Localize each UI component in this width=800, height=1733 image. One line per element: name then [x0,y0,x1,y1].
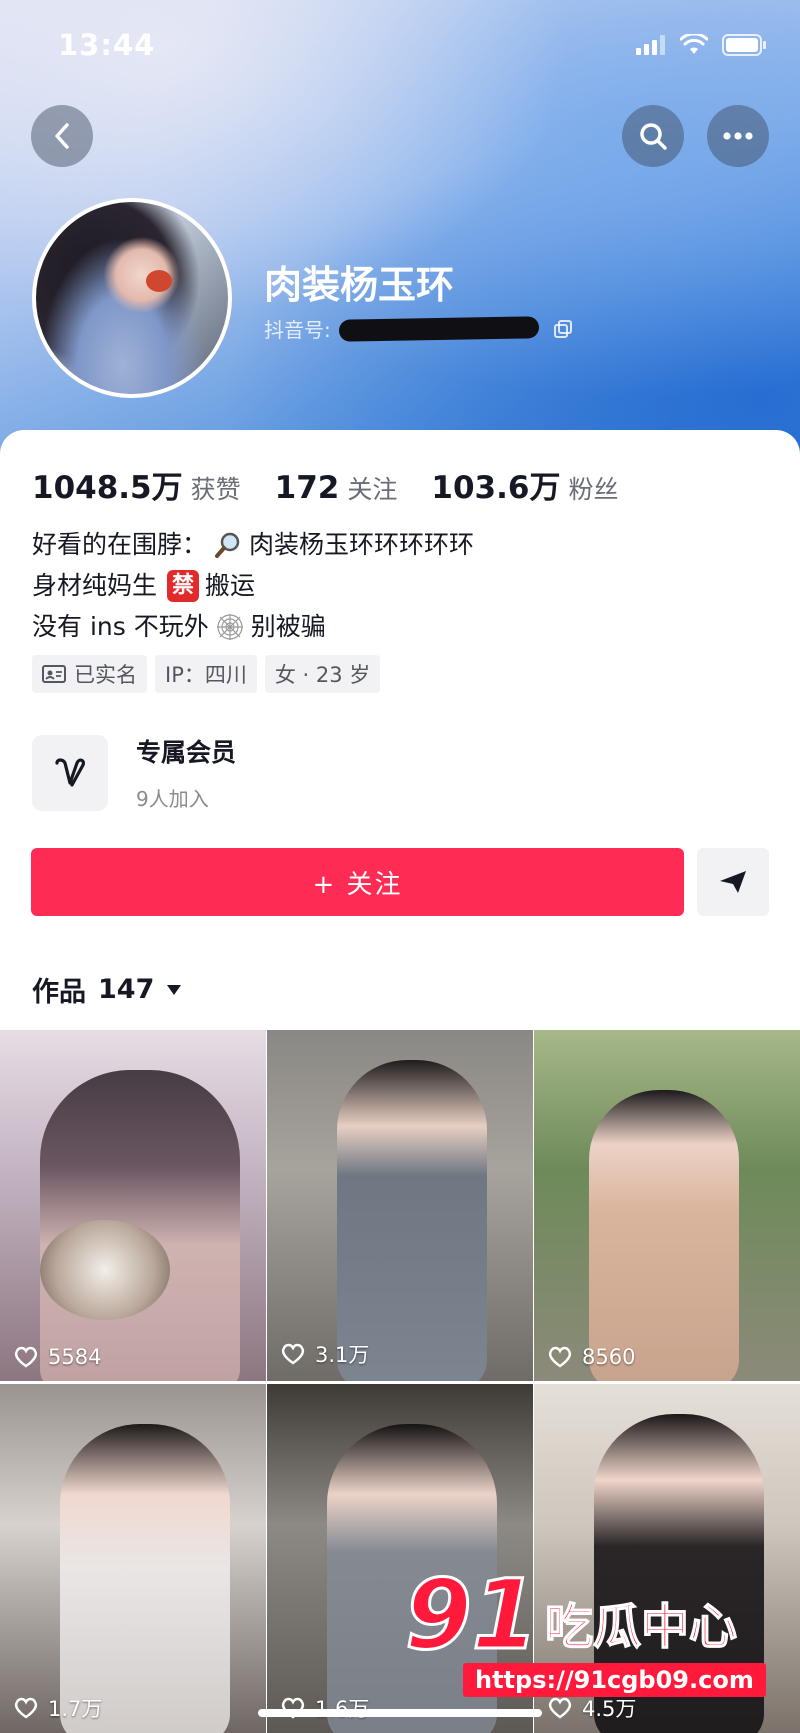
like-count: 1.6万 [315,1693,369,1723]
watermark-logo: 91 吃瓜中心 https://91cgb09.com [404,1559,766,1697]
follow-button[interactable]: + 关注 [31,848,684,916]
video-likes: 1.6万 [281,1693,369,1723]
magnifier-emoji-icon [215,532,240,558]
chevron-left-icon [55,123,69,149]
avatar[interactable] [32,198,232,398]
status-icons [636,34,768,56]
search-icon [640,123,667,150]
thumbnail-figure [589,1090,739,1381]
like-count: 3.1万 [315,1343,370,1367]
status-bar: 13:44 [0,0,800,96]
watermark-url: https://91cgb09.com [463,1663,766,1697]
heart-outline-icon [548,1346,572,1368]
member-title: 专属会员 [136,738,237,767]
caret-down-icon [167,984,182,995]
like-count: 5584 [48,1345,102,1369]
home-indicator [258,1709,542,1717]
douyin-id-label: 抖音号: [264,318,331,342]
stat-value: 1048.5万 [32,470,183,506]
more-button[interactable] [707,105,769,167]
member-text: 专属会员 9人加入 [136,733,236,812]
member-icon-box [32,734,108,811]
profile-tags: 已实名 IP：四川 女 · 23 岁 [32,655,381,693]
tag-label: IP：四川 [165,663,247,687]
bio-text: 肉装杨玉环环环环环 [249,530,475,559]
avatar-flower [146,270,172,292]
works-count: 147 [98,974,155,1005]
status-time: 13:44 [58,28,156,62]
like-count: 8560 [582,1345,636,1369]
video-thumbnail[interactable]: 8560 [534,1030,800,1381]
bio-text: 搬运 [205,571,256,600]
watermark-text: 吃瓜中心 [544,1598,738,1656]
more-dots-icon [723,132,753,140]
video-thumbnail[interactable]: 3.1万 [267,1030,533,1381]
video-thumbnail[interactable]: 1.7万 [0,1384,266,1733]
stat-likes: 1048.5万 获赞 [32,462,241,507]
stat-label: 获赞 [190,475,241,504]
id-card-icon [42,665,66,683]
stat-label: 关注 [347,475,398,504]
bio-line-1: 好看的在围脖： 肉装杨玉环环环环环 [32,524,474,565]
heart-outline-icon [548,1697,572,1719]
heart-outline-icon [281,1343,305,1365]
works-tab[interactable]: 作品 147 [32,970,182,1009]
bio-line-2: 身材纯妈生 禁 搬运 [32,565,474,606]
bio-text: 好看的在围脖： [32,530,208,559]
thumbnail-figure [60,1424,230,1733]
redacted-douyin-id [338,315,539,342]
search-button[interactable] [622,105,684,167]
stats-row: 1048.5万 获赞 172 关注 103.6万 粉丝 [32,462,652,507]
bio: 好看的在围脖： 肉装杨玉环环环环环 身材纯妈生 禁 搬运 没有 ins 不玩外 … [32,524,474,647]
stat-following[interactable]: 172 关注 [275,470,398,506]
douyin-id-row: 抖音号: [264,314,573,343]
tag-label: 女 · 23 岁 [274,663,371,687]
spider-web-emoji-icon [216,613,243,640]
thumbnail-cat [40,1220,170,1320]
like-count: 1.7万 [48,1697,103,1721]
tag-ip: IP：四川 [155,655,257,693]
bio-text: 身材纯妈生 [32,571,158,600]
watermark-number: 91 [404,1559,541,1671]
prohibited-badge: 禁 [167,569,200,602]
tag-label: 已实名 [74,663,137,687]
like-count: 4.5万 [582,1697,637,1721]
video-likes: 4.5万 [548,1693,636,1723]
heart-outline-icon [14,1346,38,1368]
bio-text: 别被骗 [250,612,326,641]
copy-icon[interactable] [553,319,573,339]
stat-value: 103.6万 [431,470,561,506]
tag-gender-age: 女 · 23 岁 [264,655,381,693]
heart-v-icon [55,757,85,787]
video-thumbnail[interactable]: 5584 [0,1030,266,1381]
back-button[interactable] [31,105,93,167]
exclusive-member-entry[interactable]: 专属会员 9人加入 [32,733,236,812]
stat-value: 172 [274,470,340,506]
thumbnail-figure [337,1060,487,1381]
stat-followers[interactable]: 103.6万 粉丝 [431,462,618,507]
stat-label: 粉丝 [568,475,619,504]
send-message-button[interactable] [697,848,769,916]
signal-icon [636,35,665,55]
send-arrow-icon [720,871,746,893]
member-subtitle: 9人加入 [136,787,209,811]
battery-icon [722,34,766,56]
thumbnail-figure [40,1070,240,1381]
video-likes: 3.1万 [281,1339,369,1369]
video-likes: 1.7万 [14,1693,102,1723]
video-likes: 8560 [548,1345,635,1369]
heart-outline-icon [14,1697,38,1719]
bio-text: 没有 ins 不玩外 [32,612,209,641]
bio-line-3: 没有 ins 不玩外 别被骗 [32,606,474,647]
tag-verified: 已实名 [32,655,147,693]
works-label: 作品 [32,977,86,1008]
wifi-icon [680,34,708,54]
video-likes: 5584 [14,1345,101,1369]
username: 肉装杨玉环 [264,263,455,307]
